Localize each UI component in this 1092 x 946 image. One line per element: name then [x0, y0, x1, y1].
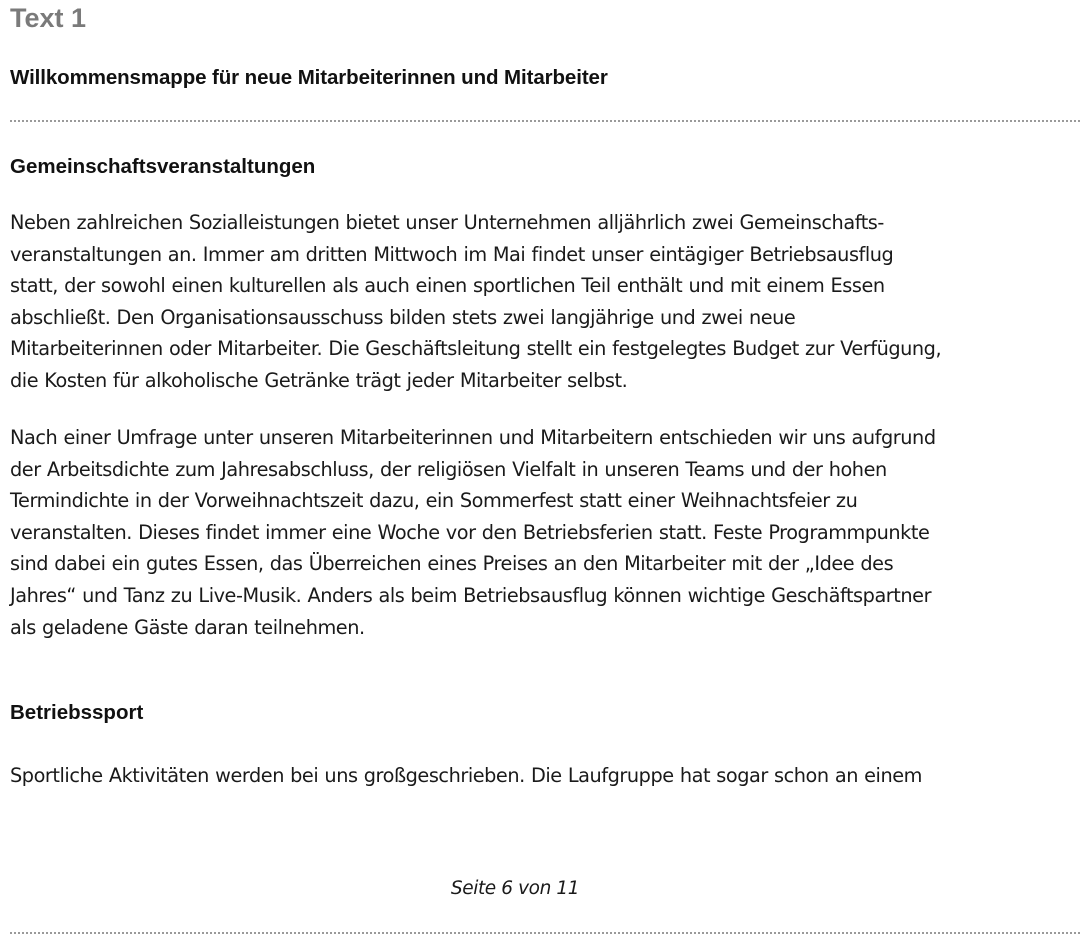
text-line: Nach einer Umfrage unter unseren Mitarbe… — [10, 426, 936, 449]
text-line: abschließt. Den Organisationsausschuss b… — [10, 305, 796, 329]
paragraph-sportliche-aktivitaeten: Sportliche Aktivitäten werden bei uns gr… — [10, 760, 1060, 792]
text-line: Mitarbeiterinnen oder Mitarbeiter. Die G… — [10, 337, 942, 361]
document-title: Willkommensmappe für neue Mitarbeiterinn… — [10, 66, 608, 89]
text-line: Jahres“ und Tanz zu Live-Musik. Anders a… — [10, 583, 932, 607]
paragraph-sommerfest: Nach einer Umfrage unter unseren Mitarbe… — [10, 422, 1060, 643]
section-heading-betriebssport: Betriebssport — [10, 701, 144, 724]
text-line: sind dabei ein gutes Essen, das Überreic… — [10, 552, 894, 576]
text-line: Neben zahlreichen Sozialleistungen biete… — [10, 211, 884, 234]
section-heading-gemeinschaftsveranstaltungen: Gemeinschaftsveranstaltungen — [10, 155, 316, 178]
text-line: die Kosten für alkoholische Getränke trä… — [10, 368, 628, 392]
text-line: veranstaltungen an. Immer am dritten Mit… — [10, 242, 894, 266]
text-number-label: Text 1 — [10, 3, 87, 33]
text-line: der Arbeitsdichte zum Jahresabschluss, d… — [10, 457, 887, 481]
paragraph-sozialleistungen: Neben zahlreichen Sozialleistungen biete… — [10, 207, 1060, 397]
page-indicator: Seite 6 von 11 — [450, 878, 580, 899]
text-line: Sportliche Aktivitäten werden bei uns gr… — [10, 764, 922, 787]
dotted-divider-top — [10, 120, 1080, 122]
text-line: Termindichte in der Vorweihnachtszeit da… — [10, 489, 858, 513]
dotted-divider-bottom — [10, 932, 1080, 934]
document-page: Text 1 Willkommensmappe für neue Mitarbe… — [0, 0, 1092, 946]
text-line: veranstalten. Dieses findet immer eine W… — [10, 520, 930, 544]
text-line: statt, der sowohl einen kulturellen als … — [10, 274, 885, 298]
text-line: als geladene Gäste daran teilnehmen. — [10, 615, 365, 639]
